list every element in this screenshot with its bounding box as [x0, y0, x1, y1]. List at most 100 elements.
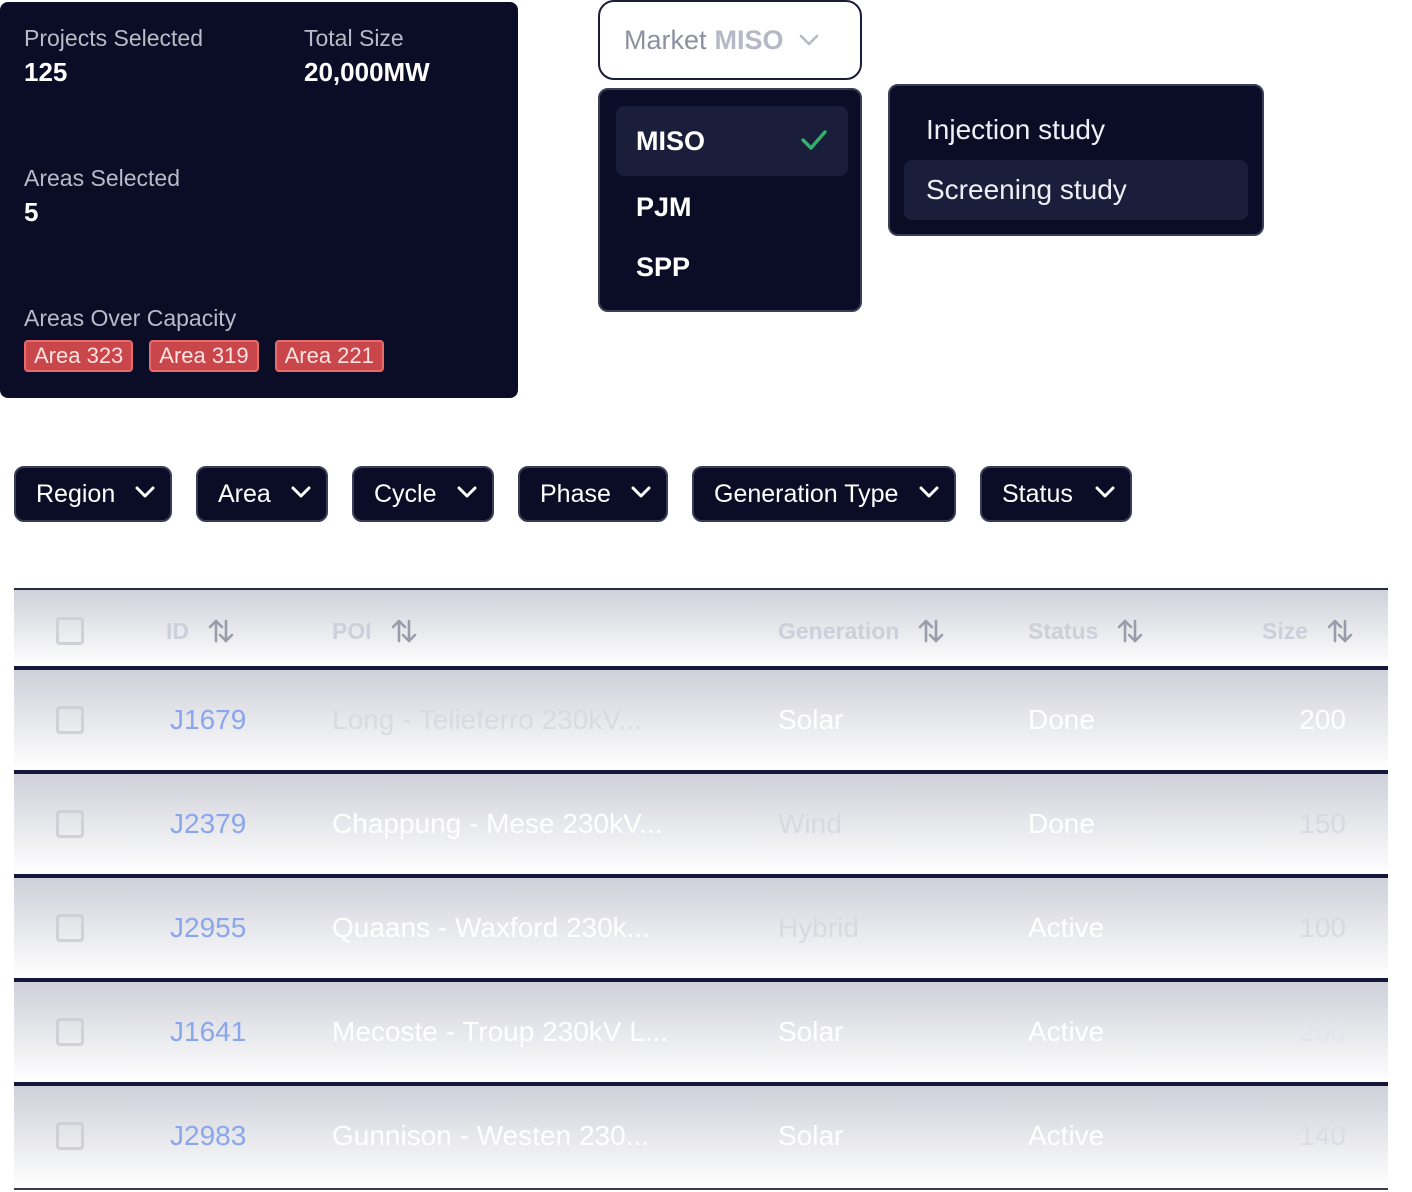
row-checkbox[interactable]: [56, 914, 84, 942]
project-id-link[interactable]: J2955: [170, 910, 246, 946]
filter-label: Phase: [540, 479, 611, 508]
filter-phase[interactable]: Phase: [518, 466, 668, 522]
total-size-label: Total Size: [304, 25, 404, 51]
column-header-label: POI: [332, 617, 372, 644]
column-header-generation[interactable]: Generation: [778, 614, 945, 648]
column-header-label: Status: [1028, 617, 1099, 644]
row-checkbox[interactable]: [56, 810, 84, 838]
status-cell: Active: [1028, 1120, 1105, 1151]
project-id-link[interactable]: J1641: [170, 1014, 246, 1050]
chevron-down-icon: [135, 486, 155, 498]
areas-selected-value: 5: [24, 197, 39, 227]
size-cell: 200: [1299, 1016, 1346, 1047]
projects-selected-stat: Projects Selected 125: [24, 24, 203, 88]
size-cell: 100: [1299, 912, 1346, 943]
chevron-down-icon: [799, 34, 818, 46]
over-capacity-tag-list: Area 323 Area 319 Area 221: [24, 340, 384, 372]
table-header-row: ID POI Generation Status Size: [14, 588, 1388, 670]
study-option-label: Screening study: [926, 174, 1127, 205]
chevron-down-icon: [1095, 486, 1115, 498]
sort-icon: [391, 619, 416, 643]
project-id-link[interactable]: J2379: [170, 806, 246, 842]
study-option-screening[interactable]: Screening study: [904, 160, 1248, 220]
area-tag[interactable]: Area 319: [149, 340, 259, 372]
column-header-label: Size: [1262, 617, 1309, 644]
generation-cell: Solar: [778, 1120, 844, 1151]
column-header-size[interactable]: Size: [1262, 614, 1354, 648]
project-id-link[interactable]: J1679: [170, 702, 246, 738]
size-cell: 150: [1299, 808, 1346, 839]
study-option-injection[interactable]: Injection study: [904, 100, 1248, 160]
filter-generation-type[interactable]: Generation Type: [692, 466, 956, 522]
areas-selected-label: Areas Selected: [24, 165, 180, 191]
sort-icon: [919, 619, 944, 643]
total-size-stat: Total Size 20,000MW: [304, 24, 430, 88]
selection-summary-card: Projects Selected 125 Total Size 20,000M…: [0, 2, 518, 398]
column-header-status[interactable]: Status: [1028, 614, 1144, 648]
filter-label: Cycle: [374, 479, 437, 508]
poi-cell: Gunnison - Westen 230...: [332, 1120, 649, 1151]
status-cell: Active: [1028, 912, 1105, 943]
chevron-down-icon: [919, 486, 939, 498]
column-header-id[interactable]: ID: [166, 614, 235, 648]
projects-selected-value: 125: [24, 57, 68, 87]
table-row[interactable]: J2955 Quaans - Waxford 230k... Hybrid Ac…: [14, 878, 1388, 982]
sort-icon: [1117, 619, 1143, 643]
market-option-label: MISO: [636, 125, 706, 156]
row-checkbox[interactable]: [56, 1018, 84, 1046]
market-options-menu: MISO PJM SPP: [598, 88, 862, 312]
market-option-label: SPP: [636, 251, 691, 282]
poi-cell: Chappung - Mese 230kV...: [332, 808, 663, 839]
filter-cycle[interactable]: Cycle: [352, 466, 494, 522]
total-size-value: 20,000MW: [304, 57, 430, 87]
market-select[interactable]: Market MISO: [598, 0, 862, 80]
column-header-label: ID: [166, 617, 189, 644]
poi-cell: Quaans - Waxford 230k...: [332, 912, 650, 943]
table-row[interactable]: J2379 Chappung - Mese 230kV... Wind Done…: [14, 774, 1388, 878]
filter-area[interactable]: Area: [196, 466, 328, 522]
project-id-link[interactable]: J2983: [170, 1118, 246, 1154]
poi-cell: Mecoste - Troup 230kV L...: [332, 1016, 669, 1047]
status-cell: Done: [1028, 808, 1095, 839]
projects-selected-label: Projects Selected: [24, 25, 203, 51]
projects-table: ID POI Generation Status Size J1679 Long…: [14, 588, 1388, 1190]
filter-bar: Region Area Cycle Phase Generation Type …: [0, 466, 1412, 522]
poi-cell: Long - Telieferro 230kV...: [332, 704, 642, 735]
sort-icon: [208, 619, 234, 643]
filter-label: Generation Type: [714, 479, 899, 508]
area-tag[interactable]: Area 221: [274, 340, 384, 372]
areas-selected-stat: Areas Selected 5: [24, 164, 180, 228]
filter-label: Region: [36, 479, 116, 508]
row-checkbox[interactable]: [56, 1122, 84, 1150]
column-header-label: Generation: [778, 617, 900, 644]
select-all-checkbox[interactable]: [56, 617, 84, 645]
filter-label: Status: [1002, 479, 1073, 508]
market-option-miso[interactable]: MISO: [616, 106, 848, 176]
market-option-label: PJM: [636, 191, 692, 222]
table-row[interactable]: J2983 Gunnison - Westen 230... Solar Act…: [14, 1086, 1388, 1190]
market-option-spp[interactable]: SPP: [616, 232, 848, 302]
market-selected-value: MISO: [714, 24, 784, 55]
filter-region[interactable]: Region: [14, 466, 172, 522]
market-label: Market: [624, 24, 707, 55]
generation-cell: Wind: [778, 808, 842, 839]
generation-cell: Solar: [778, 1016, 844, 1047]
areas-over-capacity-label: Areas Over Capacity: [24, 305, 237, 331]
row-checkbox[interactable]: [56, 706, 84, 734]
table-row[interactable]: J1679 Long - Telieferro 230kV... Solar D…: [14, 670, 1388, 774]
chevron-down-icon: [631, 486, 651, 498]
column-header-poi[interactable]: POI: [332, 614, 418, 648]
status-cell: Done: [1028, 704, 1095, 735]
study-type-menu: Injection study Screening study: [888, 84, 1264, 236]
chevron-down-icon: [457, 486, 477, 498]
size-cell: 140: [1299, 1120, 1346, 1151]
chevron-down-icon: [291, 486, 311, 498]
table-row[interactable]: J1641 Mecoste - Troup 230kV L... Solar A…: [14, 982, 1388, 1086]
filter-label: Area: [218, 479, 271, 508]
generation-cell: Solar: [778, 704, 844, 735]
generation-cell: Hybrid: [778, 912, 859, 943]
sort-icon: [1327, 619, 1353, 643]
filter-status[interactable]: Status: [980, 466, 1132, 522]
areas-over-capacity-stat: Areas Over Capacity: [24, 304, 236, 332]
area-tag[interactable]: Area 323: [24, 340, 134, 372]
